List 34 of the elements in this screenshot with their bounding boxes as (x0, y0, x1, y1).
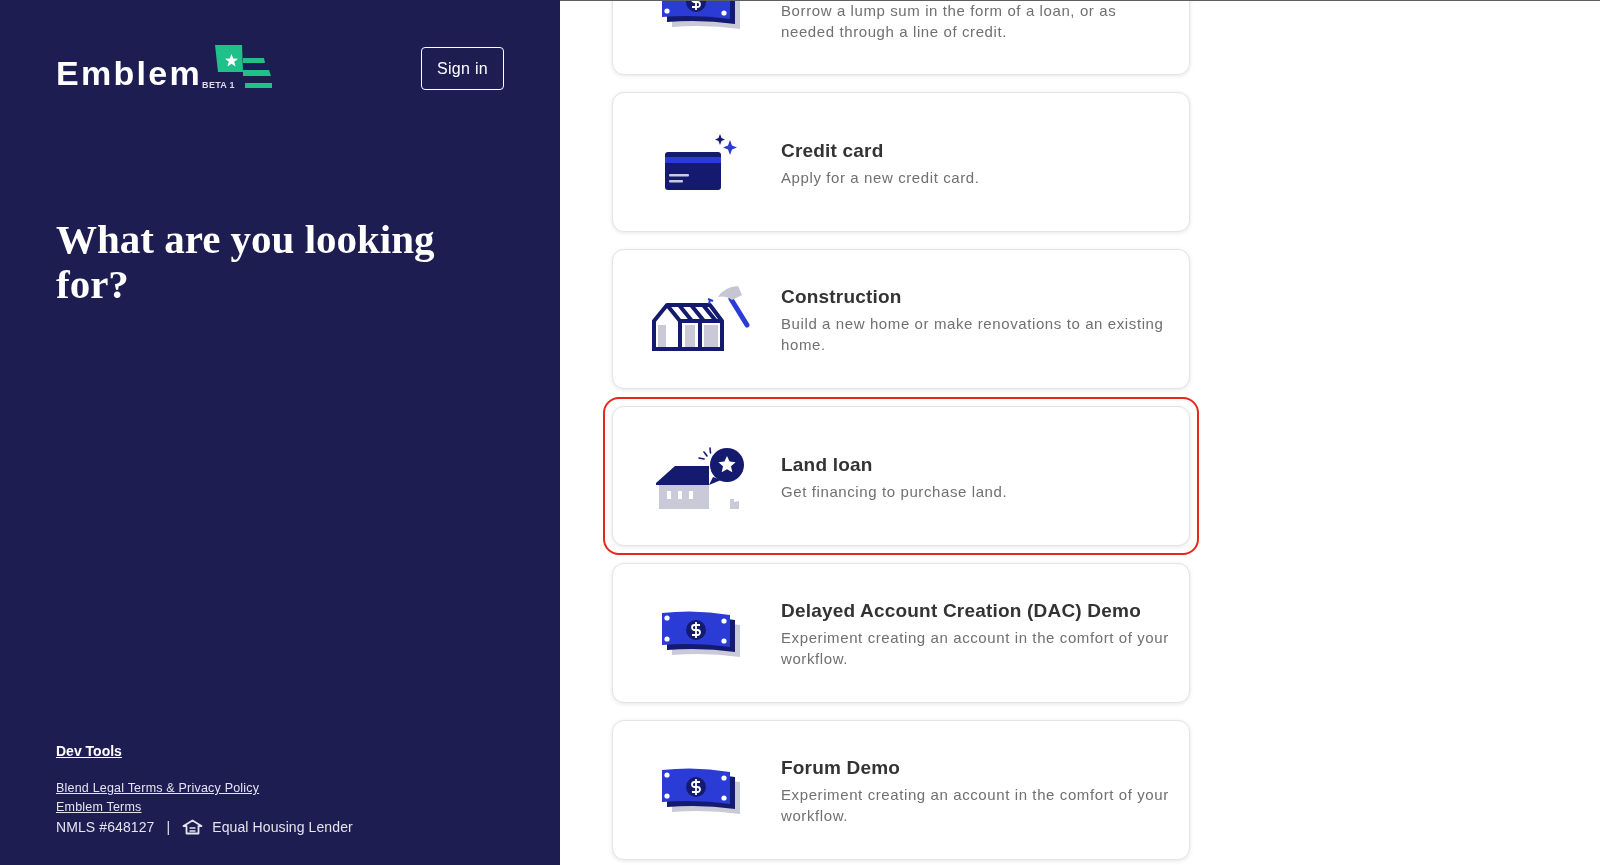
card-title: Credit card (781, 138, 885, 163)
footer-link[interactable]: Emblem Terms (56, 798, 142, 817)
card-title: Delayed Account Creation (DAC) Demo (781, 599, 1142, 623)
footer-link[interactable]: Blend Legal Terms & Privacy Policy (56, 779, 260, 798)
flag-stripe-icon (244, 82, 272, 88)
banknote-icon (662, 766, 740, 814)
dev-tools-link[interactable]: Dev Tools (56, 741, 122, 761)
page-heading: What are you looking for? (56, 217, 436, 307)
star-flag-icon (215, 45, 272, 76)
option-card[interactable]: Forum Demo Experiment creating an account in the comfort of your workflow. (612, 720, 1190, 860)
card-description: Apply for a new credit card. (781, 167, 981, 188)
card-description: Borrow a lump sum in the form of a loan, or as needed through a line of credit. (781, 1, 1118, 42)
card-description: Experiment creating an account in the comfort of your workflow. (781, 785, 1170, 826)
option-card[interactable]: Borrow a lump sum in the form of a loan, or as needed through a line of credit. (612, 1, 1190, 75)
card-title: Land loan (781, 452, 874, 477)
option-card[interactable]: Land loan Get financing to purchase land. (612, 406, 1190, 546)
card-description: Get financing to purchase land. (781, 481, 1009, 502)
brand-wordmark: Emblem (56, 56, 203, 90)
beta-label: BETA 1 (202, 80, 235, 90)
option-card[interactable]: Construction Build a new home or make renovations to an existing home. (612, 249, 1190, 389)
separator: | (166, 817, 171, 837)
card-description: Build a new home or make renovations to an existing home. (781, 314, 1165, 355)
credit-card-icon (665, 134, 737, 190)
house-frame-hammer-icon (652, 285, 750, 353)
sign-in-button[interactable]: Sign in (420, 47, 504, 90)
option-card[interactable]: Credit card Apply for a new credit card. (612, 92, 1190, 232)
card-description: Experiment creating an account in the comfort of your workflow. (781, 628, 1170, 669)
lender-notice: Equal Housing Lender (212, 817, 353, 837)
option-card[interactable]: Delayed Account Creation (DAC) Demo Experiment creating an account in the comfort of your workflow. (612, 563, 1190, 703)
card-title: Forum Demo (781, 756, 902, 780)
banknote-icon (662, 609, 740, 657)
card-title: Construction (781, 285, 903, 309)
nmls-number: NMLS #648127 (56, 817, 155, 837)
house-equals-icon (182, 819, 204, 835)
